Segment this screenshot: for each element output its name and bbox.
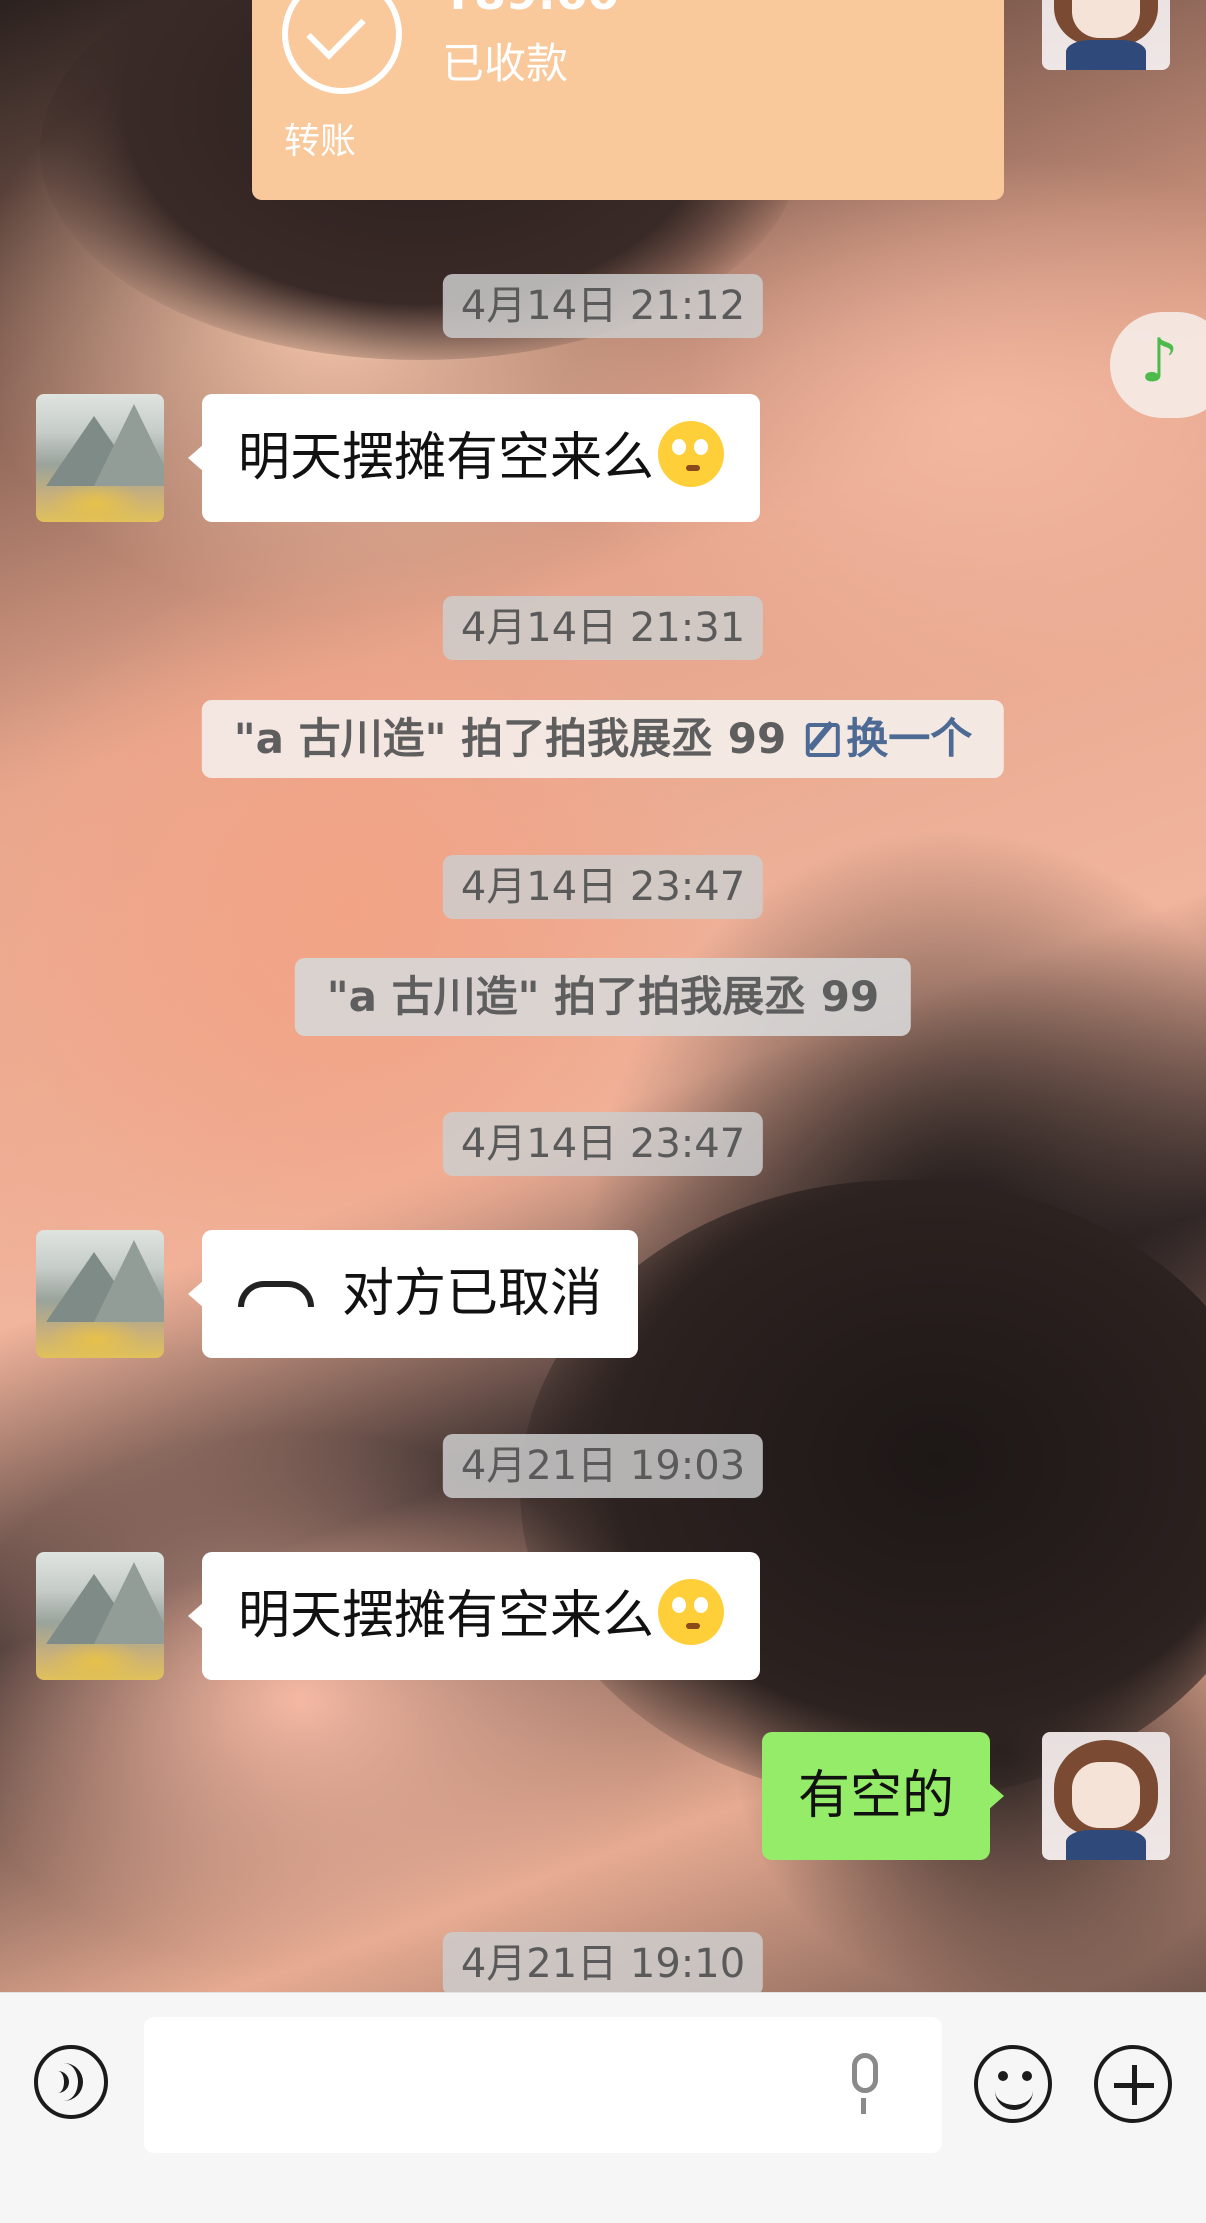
incoming-message-bubble[interactable]: 明天摆摊有空来么 bbox=[187, 1552, 761, 1680]
thinking-face-emoji bbox=[658, 421, 725, 487]
transfer-label: 转账 bbox=[284, 121, 357, 162]
pat-system-note: "a 古川造" 拍了拍我展丞 99 换一个 bbox=[201, 700, 1005, 778]
my-avatar[interactable] bbox=[1042, 0, 1170, 70]
message-input[interactable] bbox=[144, 2017, 942, 2153]
plus-icon[interactable] bbox=[1094, 2045, 1172, 2123]
music-note-icon: ♪ bbox=[1140, 326, 1179, 396]
change-pat-link[interactable]: 换一个 bbox=[806, 714, 972, 763]
thinking-face-emoji bbox=[658, 1579, 725, 1645]
timestamp: 4月21日 19:03 bbox=[442, 1434, 764, 1498]
call-record-bubble[interactable]: 对方已取消 bbox=[187, 1230, 639, 1358]
voice-input-icon[interactable] bbox=[34, 2045, 108, 2119]
pat-text: "a 古川造" 拍了拍我展丞 99 bbox=[233, 714, 787, 763]
timestamp: 4月14日 23:47 bbox=[442, 855, 764, 919]
incoming-message-bubble[interactable]: 明天摆摊有空来么 bbox=[187, 394, 761, 522]
outgoing-message-bubble[interactable]: 有空的 bbox=[762, 1732, 1005, 1860]
message-text: 明天摆摊有空来么 bbox=[238, 428, 655, 488]
timestamp: 4月14日 21:12 bbox=[442, 274, 764, 338]
transfer-status: 已收款 bbox=[442, 39, 569, 88]
transfer-amount: ¥89.60 bbox=[442, 0, 620, 20]
contact-avatar[interactable] bbox=[36, 394, 164, 522]
message-text: 明天摆摊有空来么 bbox=[238, 1586, 655, 1646]
timestamp: 4月14日 23:47 bbox=[442, 1112, 764, 1176]
transfer-card[interactable]: ¥89.60 已收款 转账 bbox=[252, 0, 1004, 200]
check-circle-icon bbox=[282, 0, 402, 94]
my-avatar[interactable] bbox=[1042, 1732, 1170, 1860]
timestamp: 4月21日 19:10 bbox=[442, 1932, 764, 1996]
microphone-icon[interactable] bbox=[852, 2053, 878, 2114]
timestamp: 4月14日 21:31 bbox=[442, 596, 764, 660]
phone-hangup-icon bbox=[238, 1281, 314, 1307]
contact-avatar[interactable] bbox=[36, 1230, 164, 1358]
call-status-text: 对方已取消 bbox=[342, 1264, 603, 1324]
emoji-icon[interactable] bbox=[974, 2045, 1052, 2123]
edit-icon bbox=[806, 723, 841, 757]
change-pat-label: 换一个 bbox=[846, 714, 973, 763]
music-floating-button[interactable]: ♪ bbox=[1110, 312, 1206, 418]
pat-system-note: "a 古川造" 拍了拍我展丞 99 bbox=[294, 958, 912, 1036]
message-text: 有空的 bbox=[798, 1766, 955, 1826]
pat-text: "a 古川造" 拍了拍我展丞 99 bbox=[326, 972, 880, 1021]
contact-avatar[interactable] bbox=[36, 1552, 164, 1680]
chat-input-bar bbox=[0, 1992, 1206, 2223]
